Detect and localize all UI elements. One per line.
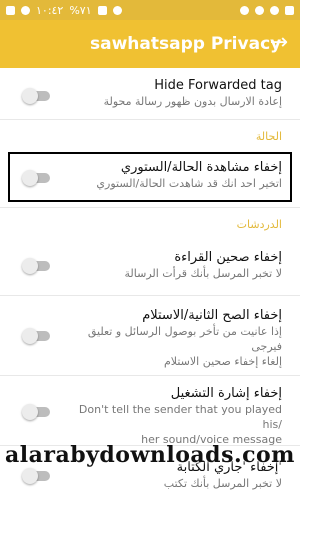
- status-right: [240, 5, 294, 15]
- item-subtitle-line1: Don't tell the sender that you played hi…: [78, 403, 282, 431]
- item-title: إخفاء مشاهدة الحالة/الستوري: [120, 160, 282, 175]
- list-item-hide-status-view[interactable]: إخفاء مشاهدة الحالة/الستوري اتخير احد ان…: [0, 148, 300, 208]
- gear-icon: [255, 5, 264, 15]
- circle-icon: [270, 5, 279, 15]
- toggle-switch[interactable]: [22, 258, 50, 274]
- status-bar: ١٠:٤٢ %٧١: [0, 0, 300, 20]
- battery-percent: %٧١: [69, 3, 92, 17]
- no-sim-icon: [285, 5, 294, 15]
- item-title: إخفاء إشارة التشغيل: [170, 386, 282, 401]
- item-title: Hide Forwarded tag: [154, 78, 282, 93]
- toggle-switch[interactable]: [22, 170, 50, 186]
- page-title: sawhatsapp Privacy: [90, 34, 282, 54]
- toggle-switch[interactable]: [22, 468, 50, 484]
- watermark: alarabydownloads.com: [5, 442, 295, 468]
- item-subtitle: اتخير احد انك قد شاهدت الحالة/الستوري: [96, 177, 282, 190]
- app-bar: sawhatsapp Privacy →: [0, 20, 300, 68]
- item-subtitle: لا تخبر المرسل بأنك قرأت الرسالة: [124, 267, 282, 280]
- signal-icon: [21, 5, 30, 15]
- status-left: ١٠:٤٢ %٧١: [6, 4, 122, 17]
- item-subtitle-line1: إذا عانيت من تأخر بوصول الرسائل و تعليق …: [87, 325, 282, 353]
- section-header-chats: الدردشات: [236, 218, 282, 231]
- sim-icon: [6, 5, 15, 15]
- list-item-hide-forwarded[interactable]: Hide Forwarded tag إعادة الارسال بدون ظه…: [0, 68, 300, 120]
- item-subtitle-line2: إلغاء إخفاء صحين الاستلام: [163, 355, 282, 368]
- whatsapp-icon: [240, 5, 249, 15]
- item-subtitle: إعادة الارسال بدون ظهور رسالة محولة: [103, 95, 282, 108]
- settings-list: Hide Forwarded tag إعادة الارسال بدون ظه…: [0, 68, 300, 506]
- wifi-icon: [112, 5, 122, 15]
- status-time: ١٠:٤٢: [36, 3, 64, 17]
- toggle-switch[interactable]: [22, 404, 50, 420]
- list-item-hide-delivery[interactable]: إخفاء الصح الثانية/الاستلام إذا عانيت من…: [0, 296, 300, 376]
- item-title: إخفاء الصح الثانية/الاستلام: [142, 308, 282, 323]
- battery-icon: [97, 5, 107, 15]
- item-subtitle: لا تخبر المرسل بأنك تكتب: [163, 477, 282, 490]
- list-item-hide-played[interactable]: إخفاء إشارة التشغيل Don't tell the sende…: [0, 376, 300, 446]
- toggle-switch[interactable]: [22, 328, 50, 344]
- item-title: إخفاء صحين القراءة: [174, 250, 282, 265]
- list-item-hide-read-receipts[interactable]: إخفاء صحين القراءة لا تخبر المرسل بأنك ق…: [0, 236, 300, 296]
- toggle-switch[interactable]: [22, 88, 50, 104]
- arrow-right-icon[interactable]: →: [270, 31, 288, 55]
- section-header-status: الحالة: [255, 130, 282, 143]
